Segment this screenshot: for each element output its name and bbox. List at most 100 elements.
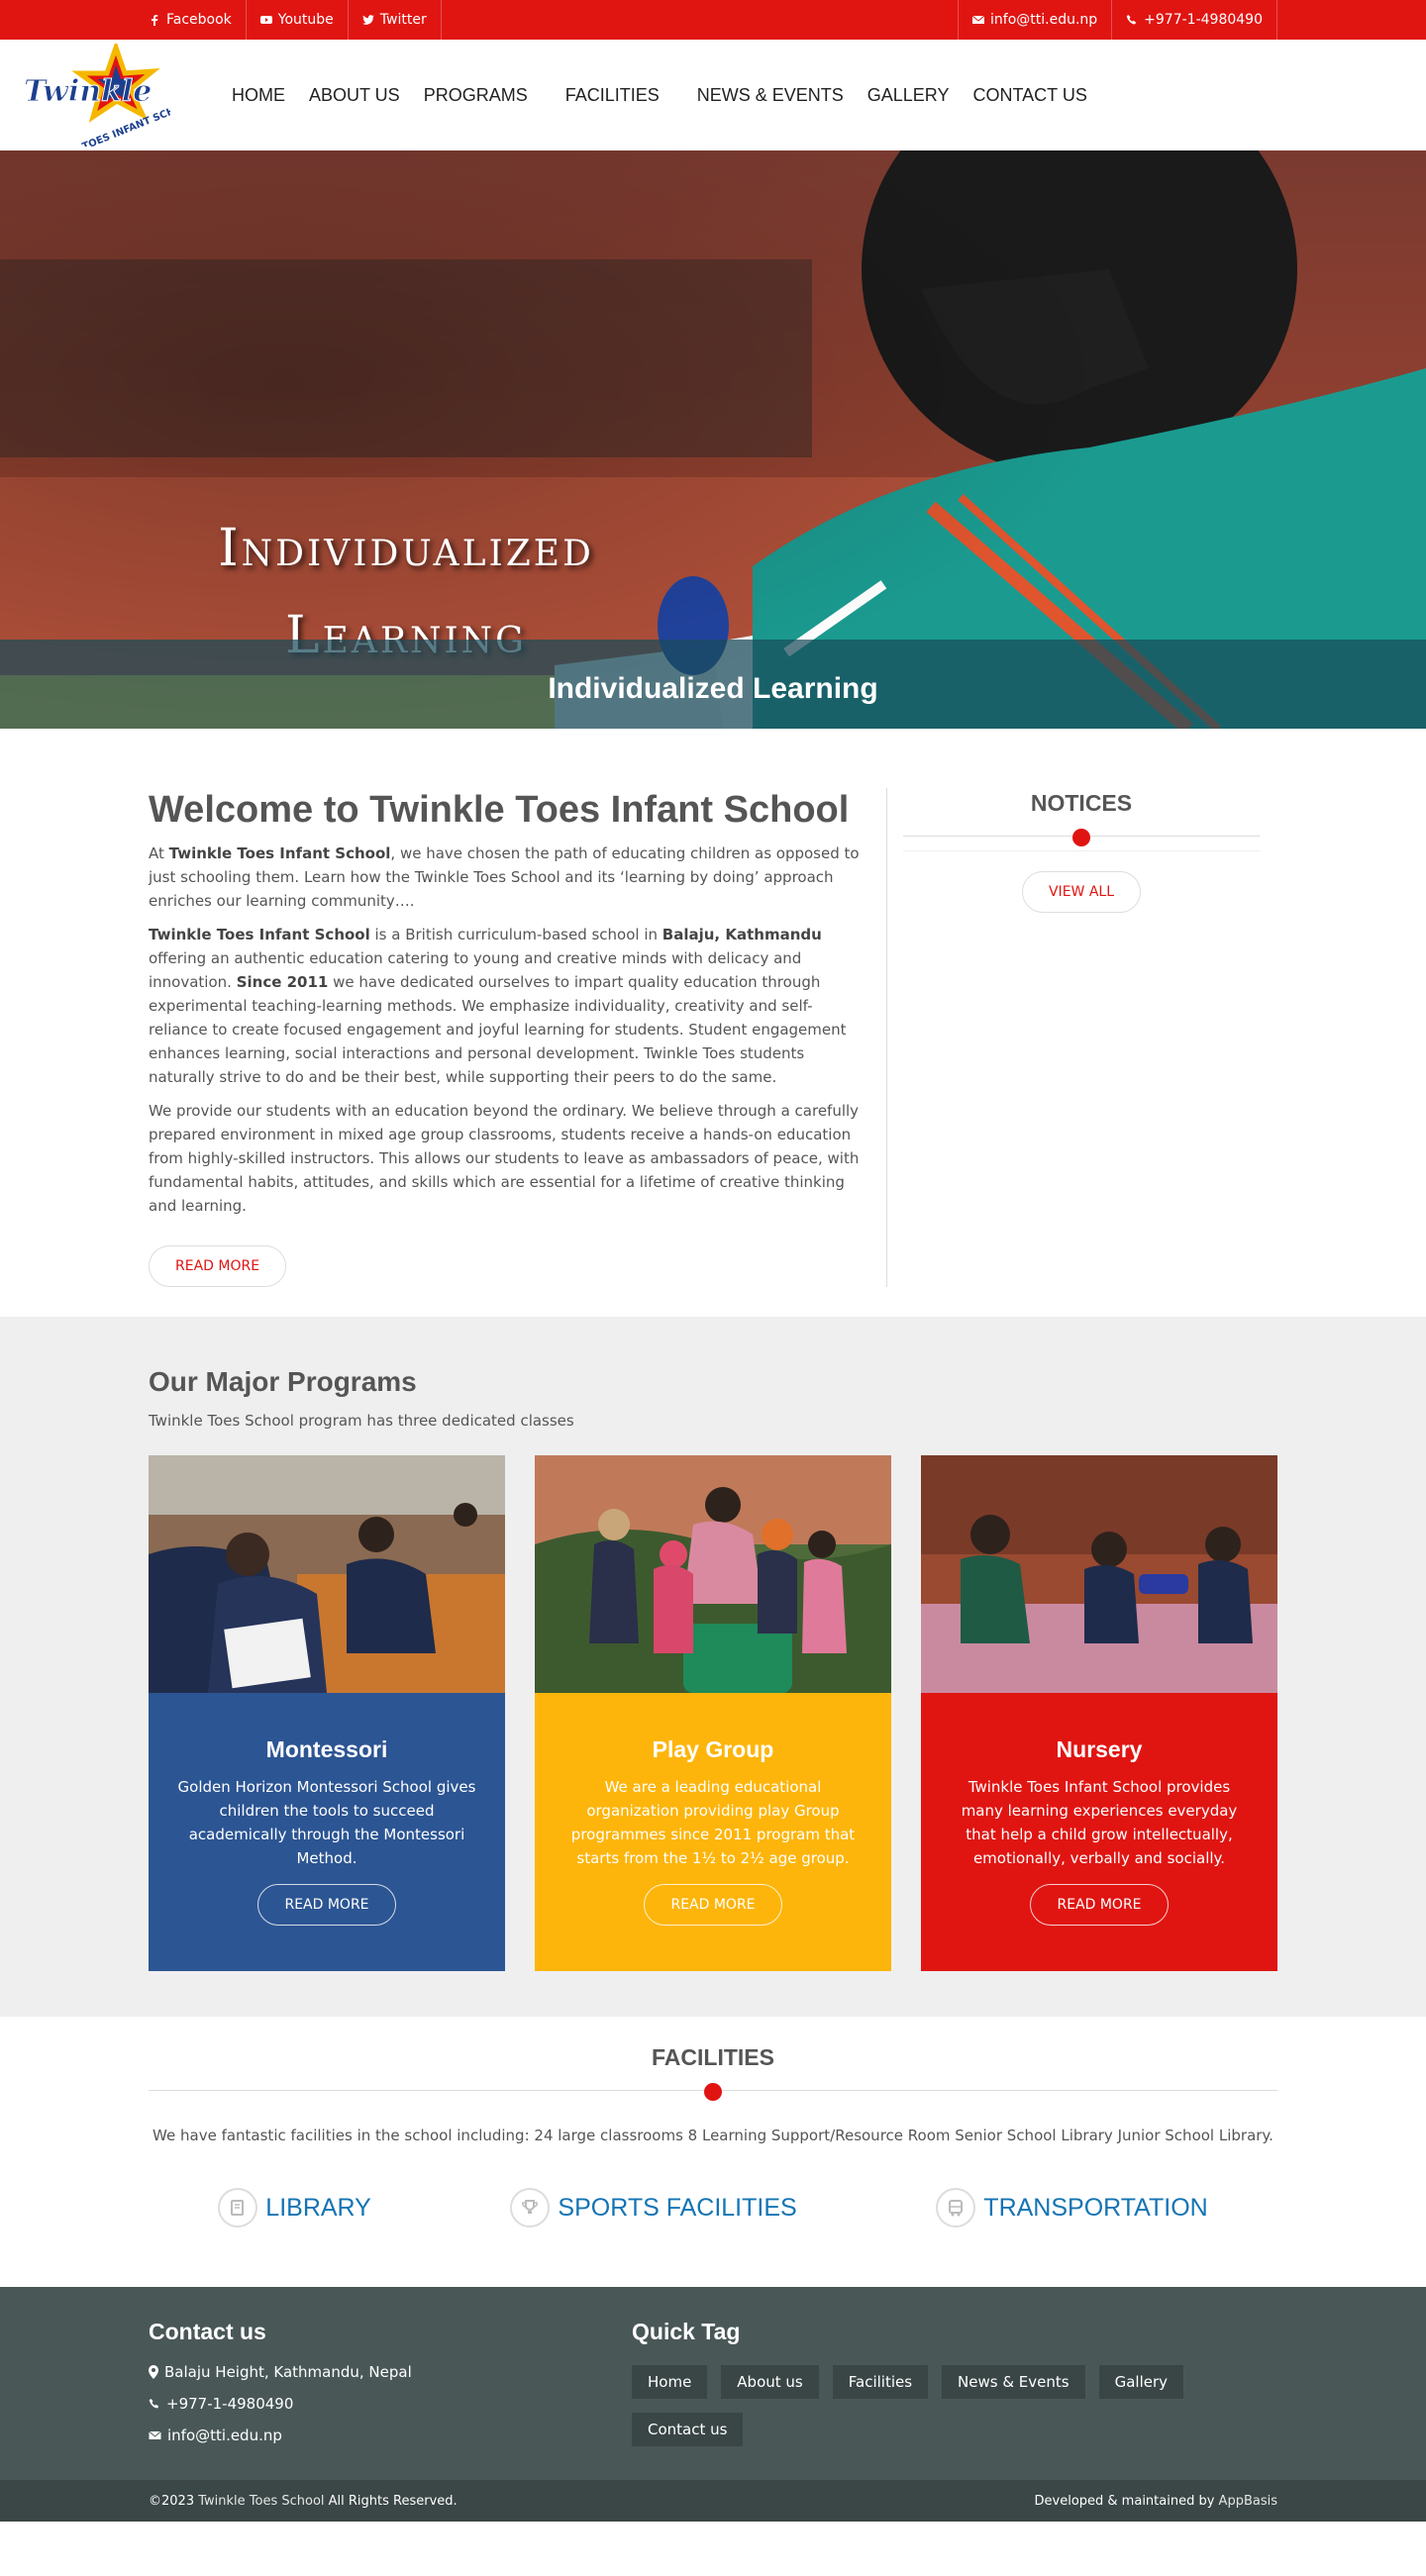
divider-dot-icon <box>704 2083 722 2101</box>
welcome-section: Welcome to Twinkle Toes Infant School At… <box>0 729 1426 1317</box>
welcome-p2-since: Since 2011 <box>236 973 329 991</box>
welcome-read-more-button[interactable]: READ MORE <box>149 1245 287 1287</box>
facebook-icon <box>152 15 158 26</box>
nursery-read-more-button[interactable]: READ MORE <box>1030 1884 1169 1926</box>
main-nav: HOME ABOUT US PROGRAMS FACILITIES NEWS &… <box>232 85 1087 106</box>
quick-tag-contact-us[interactable]: Contact us <box>632 2413 744 2446</box>
welcome-title: Welcome to Twinkle Toes Infant School <box>149 789 850 831</box>
nursery-title: Nursery <box>1056 1736 1143 1762</box>
youtube-icon <box>259 16 272 24</box>
nav-contact-us[interactable]: CONTACT US <box>972 85 1086 106</box>
nursery-text: Twinkle Toes Infant School provides many… <box>961 1778 1238 1867</box>
header: Twinkle TOES INFANT SCHOOL HOME ABOUT US… <box>0 40 1426 152</box>
phone-label: +977-1-4980490 <box>1144 12 1263 28</box>
footer-email-text: info@tti.edu.np <box>167 2427 282 2444</box>
copyright-rights: All Rights Reserved. <box>324 2493 458 2509</box>
welcome-p2-location: Balaju, Kathmandu <box>662 926 822 943</box>
copyright: ©2023 Twinkle Toes School All Rights Res… <box>149 2494 458 2509</box>
program-card-play-group: Play Group We are a leading educational … <box>535 1455 891 1971</box>
programs-title: Our Major Programs <box>149 1366 417 1397</box>
bus-icon <box>936 2188 976 2228</box>
facility-sports-label: SPORTS FACILITIES <box>558 2193 797 2222</box>
play-group-card-body: Play Group We are a leading educational … <box>535 1693 891 1971</box>
program-cards: Montessori Golden Horizon Montessori Sch… <box>149 1455 1277 1971</box>
hero-caption: Individualized Learning <box>0 640 1426 729</box>
welcome-p2-school-name: Twinkle Toes Infant School <box>149 926 370 943</box>
facility-library[interactable]: LIBRARY <box>218 2188 371 2228</box>
montessori-photo[interactable] <box>149 1455 505 1693</box>
quick-tag-gallery[interactable]: Gallery <box>1098 2365 1184 2399</box>
nav-programs[interactable]: PROGRAMS <box>424 85 528 106</box>
divider-dot-icon <box>1072 829 1090 846</box>
view-all-button[interactable]: VIEW ALL <box>1021 871 1142 913</box>
footer-email[interactable]: info@tti.edu.np <box>149 2427 632 2444</box>
facility-transportation-label: TRANSPORTATION <box>983 2193 1208 2222</box>
quick-tag-about-us[interactable]: About us <box>721 2365 819 2399</box>
svg-text:Twinkle: Twinkle <box>24 74 152 109</box>
nursery-photo[interactable] <box>921 1455 1277 1693</box>
notices-panel: NOTICES VIEW ALL <box>903 788 1260 1287</box>
quick-tag-home[interactable]: Home <box>632 2365 708 2399</box>
montessori-card-body: Montessori Golden Horizon Montessori Sch… <box>149 1693 505 1971</box>
twitter-link[interactable]: Twitter <box>349 0 442 40</box>
montessori-read-more-button[interactable]: READ MORE <box>257 1884 396 1926</box>
envelope-icon <box>149 2430 161 2439</box>
developer-credit: Developed & maintained by AppBasis <box>1035 2494 1277 2509</box>
bottom-bar: ©2023 Twinkle Toes School All Rights Res… <box>0 2480 1426 2522</box>
nav-facilities[interactable]: FACILITIES <box>565 85 660 106</box>
play-group-photo[interactable] <box>535 1455 891 1693</box>
envelope-icon <box>972 15 984 24</box>
email-link[interactable]: info@tti.edu.np <box>958 0 1113 40</box>
hero-title-line1: Individualized <box>218 519 594 578</box>
programs-subtitle: Twinkle Toes School program has three de… <box>149 1412 574 1430</box>
facebook-link[interactable]: Facebook <box>149 0 247 40</box>
program-card-montessori: Montessori Golden Horizon Montessori Sch… <box>149 1455 505 1971</box>
welcome-content: Welcome to Twinkle Toes Infant School At… <box>149 788 887 1287</box>
welcome-p1-school-name: Twinkle Toes Infant School <box>168 844 391 862</box>
welcome-p2-text-b: is a British curriculum-based school in <box>369 926 662 943</box>
quick-tag-news-events[interactable]: News & Events <box>942 2365 1085 2399</box>
facilities-section: FACILITIES We have fantastic facilities … <box>0 2017 1426 2287</box>
phone-icon <box>1126 15 1137 25</box>
facility-sports[interactable]: SPORTS FACILITIES <box>510 2188 797 2228</box>
welcome-paragraph-2: Twinkle Toes Infant School is a British … <box>149 923 868 1089</box>
top-bar: Facebook Youtube Twitter info@tti.edu.np… <box>0 0 1426 40</box>
welcome-paragraph-1: At Twinkle Toes Infant School, we have c… <box>149 842 868 913</box>
nav-gallery[interactable]: GALLERY <box>867 85 950 106</box>
youtube-link[interactable]: Youtube <box>247 0 349 40</box>
twitter-icon <box>361 15 374 25</box>
footer-quick-tags: Quick Tag Home About us Facilities News … <box>632 2319 1275 2446</box>
hero-banner: Individualized Learning Individualized L… <box>0 150 1426 729</box>
nav-home[interactable]: HOME <box>232 85 285 106</box>
programs-section: Our Major Programs Twinkle Toes School p… <box>0 1317 1426 2017</box>
footer: Contact us Balaju Height, Kathmandu, Nep… <box>0 2287 1426 2480</box>
program-card-nursery: Nursery Twinkle Toes Infant School provi… <box>921 1455 1277 1971</box>
copyright-school-link[interactable]: Twinkle Toes School <box>198 2494 324 2509</box>
play-group-read-more-button[interactable]: READ MORE <box>644 1884 782 1926</box>
facebook-label: Facebook <box>166 12 232 28</box>
nursery-card-body: Nursery Twinkle Toes Infant School provi… <box>921 1693 1277 1971</box>
quick-tag-list: Home About us Facilities News & Events G… <box>632 2365 1275 2446</box>
montessori-text: Golden Horizon Montessori School gives c… <box>177 1778 476 1867</box>
footer-contact-title: Contact us <box>149 2319 266 2344</box>
notices-divider <box>903 823 1260 850</box>
welcome-paragraph-3: We provide our students with an educatio… <box>149 1102 860 1215</box>
nav-about-us[interactable]: ABOUT US <box>309 85 400 106</box>
nav-news-events[interactable]: NEWS & EVENTS <box>697 85 844 106</box>
footer-phone[interactable]: +977-1-4980490 <box>149 2395 632 2413</box>
facilities-list: LIBRARY SPORTS FACILITIES TRANSPORTATION <box>149 2188 1277 2228</box>
facility-library-label: LIBRARY <box>265 2193 371 2222</box>
play-group-title: Play Group <box>652 1736 774 1762</box>
footer-address-text: Balaju Height, Kathmandu, Nepal <box>164 2363 412 2381</box>
school-logo[interactable]: Twinkle TOES INFANT SCHOOL <box>22 40 199 152</box>
facility-transportation[interactable]: TRANSPORTATION <box>936 2188 1208 2228</box>
quick-tag-facilities[interactable]: Facilities <box>832 2365 929 2399</box>
developer-credit-text: Developed & maintained by <box>1034 2493 1219 2509</box>
map-marker-icon <box>149 2365 158 2379</box>
welcome-p1-text-a: At <box>149 844 169 862</box>
phone-link[interactable]: +977-1-4980490 <box>1112 0 1277 40</box>
facilities-text: We have fantastic facilities in the scho… <box>153 2127 1273 2144</box>
footer-phone-text: +977-1-4980490 <box>166 2395 294 2413</box>
developer-link[interactable]: AppBasis <box>1219 2494 1277 2509</box>
twitter-label: Twitter <box>379 12 427 28</box>
